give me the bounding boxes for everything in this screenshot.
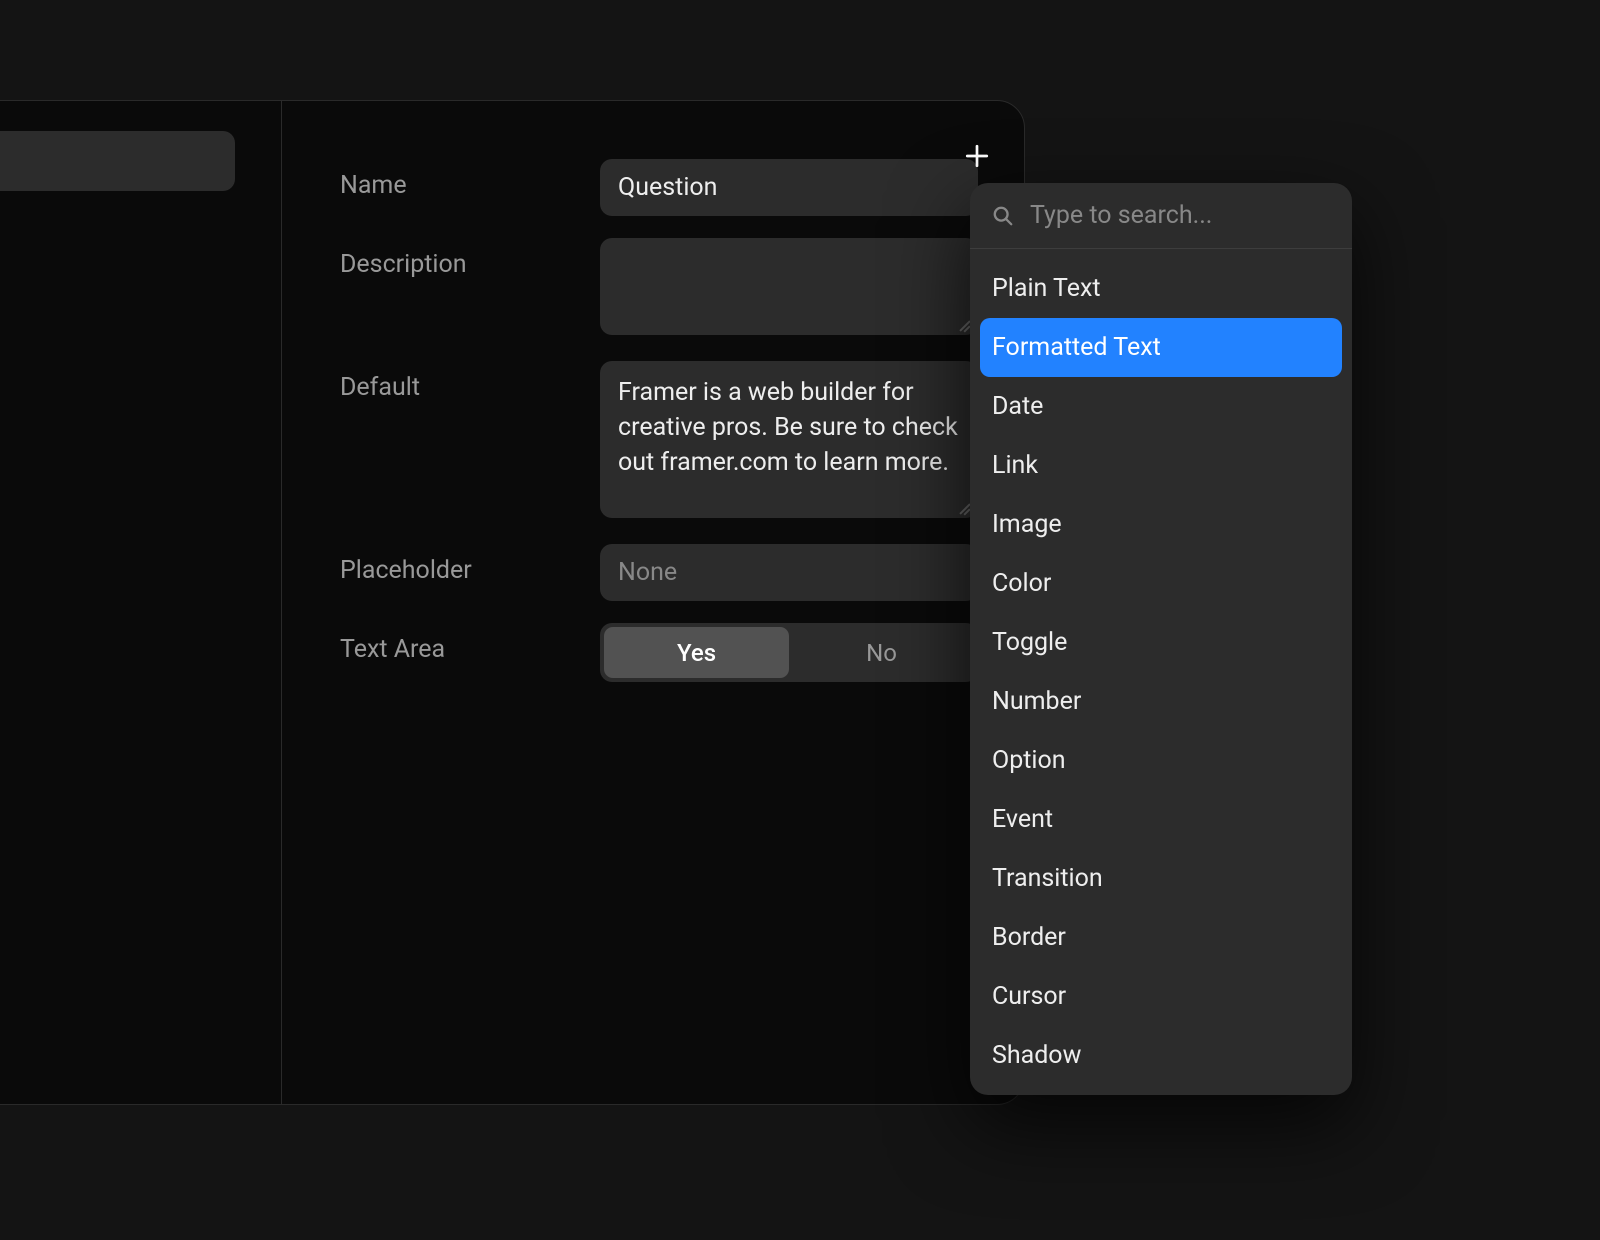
description-input[interactable] xyxy=(600,238,978,335)
dropdown-item[interactable]: Plain Text xyxy=(980,259,1342,318)
dropdown-item[interactable]: Shadow xyxy=(980,1026,1342,1085)
textarea-label: Text Area xyxy=(340,623,600,664)
sidebar xyxy=(0,101,282,1104)
dropdown-item[interactable]: Transition xyxy=(980,849,1342,908)
dropdown-list: Plain TextFormatted TextDateLinkImageCol… xyxy=(970,249,1352,1095)
dropdown-item[interactable]: Image xyxy=(980,495,1342,554)
textarea-no-button[interactable]: No xyxy=(789,627,974,678)
type-dropdown: Plain TextFormatted TextDateLinkImageCol… xyxy=(970,183,1352,1095)
textarea-row: Text Area Yes No xyxy=(340,623,994,682)
textarea-toggle: Yes No xyxy=(600,623,978,682)
search-input[interactable] xyxy=(1030,201,1347,230)
placeholder-row: Placeholder xyxy=(340,544,994,601)
dropdown-item[interactable]: Link xyxy=(980,436,1342,495)
dropdown-item[interactable]: Number xyxy=(980,672,1342,731)
default-label: Default xyxy=(340,361,600,402)
name-row: Name xyxy=(340,159,994,216)
default-row: Default Framer is a web builder for crea… xyxy=(340,361,994,522)
name-label: Name xyxy=(340,159,600,200)
placeholder-input[interactable] xyxy=(600,544,978,601)
dropdown-item[interactable]: Cursor xyxy=(980,967,1342,1026)
properties-panel: Name Description Default Framer is a web… xyxy=(0,100,1025,1105)
name-input[interactable] xyxy=(600,159,978,216)
dropdown-item[interactable]: Toggle xyxy=(980,613,1342,672)
dropdown-item[interactable]: Border xyxy=(980,908,1342,967)
dropdown-item[interactable]: Option xyxy=(980,731,1342,790)
form-content: Name Description Default Framer is a web… xyxy=(282,101,1024,1104)
placeholder-label: Placeholder xyxy=(340,544,600,585)
add-button[interactable] xyxy=(957,136,997,176)
textarea-yes-button[interactable]: Yes xyxy=(604,627,789,678)
description-row: Description xyxy=(340,238,994,339)
dropdown-item[interactable]: Color xyxy=(980,554,1342,613)
dropdown-item[interactable]: Event xyxy=(980,790,1342,849)
dropdown-item[interactable]: Date xyxy=(980,377,1342,436)
search-icon xyxy=(992,205,1014,227)
plus-icon xyxy=(964,143,990,169)
search-row xyxy=(970,183,1352,249)
sidebar-item[interactable] xyxy=(0,131,235,191)
dropdown-item[interactable]: Formatted Text xyxy=(980,318,1342,377)
default-input[interactable]: Framer is a web builder for creative pro… xyxy=(600,361,978,518)
description-label: Description xyxy=(340,238,600,279)
